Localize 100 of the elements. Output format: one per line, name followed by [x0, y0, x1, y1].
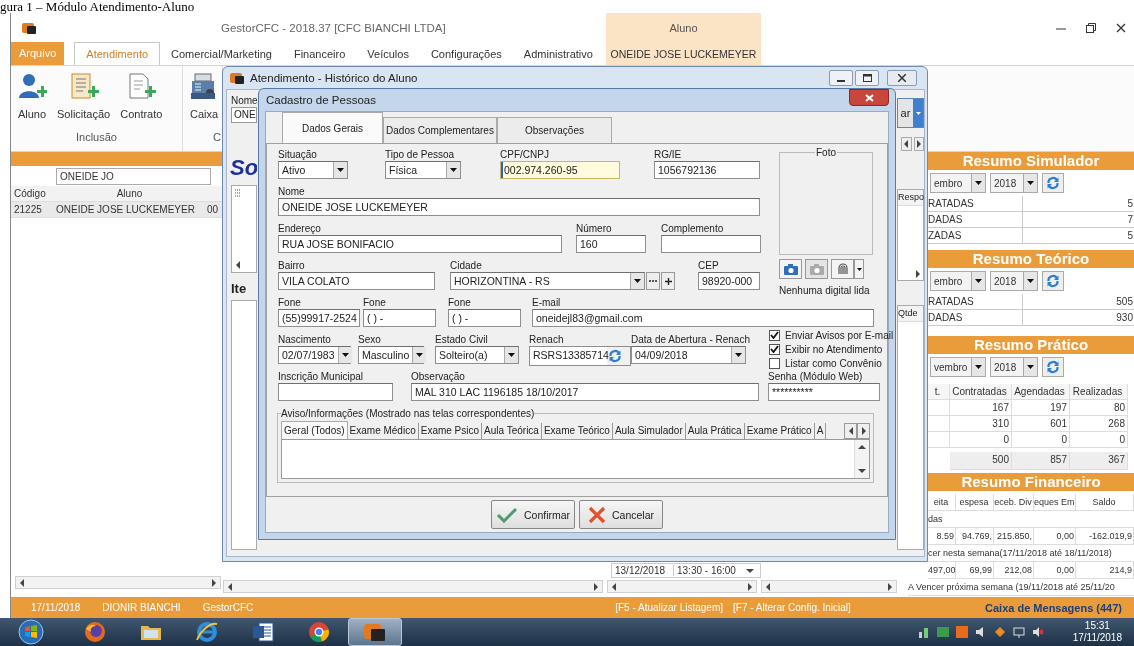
- checkbox-label: Exibir no Atendimento: [785, 343, 883, 355]
- text-field[interactable]: 160: [576, 235, 646, 253]
- text-field[interactable]: oneidejl83@gmail.com: [532, 309, 874, 327]
- dropdown[interactable]: Física: [385, 161, 461, 179]
- column-header[interactable]: Saldo: [1076, 494, 1134, 511]
- text-field[interactable]: ONE: [231, 107, 257, 123]
- dropdown[interactable]: 2018: [990, 357, 1038, 377]
- text-field[interactable]: **********: [768, 383, 880, 401]
- start-button[interactable]: [18, 619, 44, 645]
- column-header[interactable]: Qtde: [898, 306, 923, 322]
- column-header[interactable]: eques Em: [1034, 494, 1076, 511]
- text-field[interactable]: ONEIDE JOSE LUCKEMEYER: [278, 198, 760, 216]
- checkbox[interactable]: [769, 329, 780, 341]
- text-field[interactable]: (55)99917-2524: [278, 309, 360, 327]
- dropdown[interactable]: embro: [930, 271, 986, 291]
- column-header[interactable]: Agendadas: [1012, 384, 1070, 400]
- column-header[interactable]: espesa: [956, 494, 994, 511]
- menu-button[interactable]: [854, 259, 864, 279]
- ribbon-button[interactable]: Aluno: [15, 70, 49, 128]
- confirm-button[interactable]: Confirmar: [491, 500, 575, 529]
- text-field[interactable]: MAL 310 LAC 1196185 18/10/2017: [411, 383, 759, 401]
- scroll-left-button[interactable]: [844, 423, 857, 439]
- tab[interactable]: Geral (Todos): [281, 421, 348, 439]
- text-field[interactable]: [661, 235, 761, 253]
- text-field[interactable]: ( ) -: [448, 309, 521, 327]
- horizontal-scrollbar[interactable]: [223, 580, 603, 593]
- scroll-left-button[interactable]: [901, 137, 912, 151]
- ribbon-button[interactable]: Solicitação: [55, 70, 113, 128]
- date-picker[interactable]: 04/09/2018: [631, 346, 746, 364]
- split-button[interactable]: ar: [897, 98, 924, 128]
- fingerprint-button[interactable]: [831, 259, 854, 279]
- scroll-left-icon: [235, 261, 241, 269]
- column-header[interactable]: t.: [928, 384, 950, 400]
- camera-icon: [809, 263, 824, 275]
- dropdown[interactable]: HORIZONTINA - RS: [450, 272, 645, 290]
- dropdown[interactable]: 2018: [990, 173, 1038, 193]
- text-field[interactable]: VILA COLATO: [278, 272, 435, 290]
- caret-icon: [975, 279, 982, 283]
- column-header[interactable]: Aluno: [53, 188, 203, 199]
- tab[interactable]: Dados Complementares: [383, 117, 497, 143]
- ribbon-tab[interactable]: Configurações: [419, 43, 513, 65]
- text-field[interactable]: 1056792136: [654, 161, 760, 179]
- ribbon-tab[interactable]: Comercial/Marketing: [160, 43, 283, 65]
- text-field[interactable]: 002.974.260-95: [500, 161, 620, 179]
- field-label: CEP: [698, 260, 720, 272]
- taskbar-button[interactable]: [348, 618, 402, 646]
- column-header[interactable]: eceb. Div: [994, 494, 1034, 511]
- maximize-icon[interactable]: [862, 74, 872, 82]
- ribbon-tab[interactable]: Administrativo: [512, 43, 604, 65]
- scroll-right-button[interactable]: [913, 137, 924, 151]
- restore-icon[interactable]: [1086, 22, 1096, 33]
- list-box[interactable]: Qtde: [897, 305, 924, 550]
- tab[interactable]: Dados Gerais: [282, 112, 383, 143]
- dropdown[interactable]: embro: [930, 173, 986, 193]
- date-picker[interactable]: 02/07/1983: [278, 346, 351, 364]
- ribbon-tab[interactable]: ONEIDE JOSE LUCKEMEYER: [606, 42, 761, 65]
- checkbox[interactable]: [769, 357, 780, 369]
- close-icon[interactable]: [1116, 22, 1126, 33]
- text-field[interactable]: 98920-000: [698, 272, 760, 290]
- shortcut-hint: [F5 - Atualizar Listagem]: [615, 602, 724, 613]
- checkbox[interactable]: [769, 343, 780, 355]
- dropdown[interactable]: Masculino: [358, 346, 424, 364]
- column-header[interactable]: Código: [11, 188, 53, 199]
- caret-icon: [735, 353, 742, 357]
- browser-icon: [83, 620, 107, 644]
- text-field[interactable]: RUA JOSE BONIFACIO: [278, 235, 562, 253]
- horizontal-scrollbar[interactable]: [761, 580, 897, 593]
- close-icon[interactable]: [898, 74, 906, 82]
- list-box[interactable]: Respo: [897, 189, 924, 281]
- horizontal-scrollbar[interactable]: [607, 580, 757, 593]
- text-field[interactable]: [278, 383, 393, 401]
- ribbon-button[interactable]: Caixa: [187, 70, 221, 128]
- tab[interactable]: Observações: [497, 117, 612, 143]
- column-header[interactable]: Respo: [898, 190, 923, 206]
- close-button[interactable]: [849, 89, 889, 106]
- dropdown[interactable]: Ativo: [278, 161, 348, 179]
- add-button[interactable]: [661, 272, 675, 290]
- search-field[interactable]: ONEIDE JO: [56, 167, 211, 185]
- refresh-button[interactable]: [1042, 271, 1064, 291]
- horizontal-scrollbar[interactable]: [15, 576, 221, 589]
- column-header[interactable]: Realizadas: [1070, 384, 1128, 400]
- refresh-button[interactable]: [1042, 357, 1064, 377]
- ribbon-tab[interactable]: Veículos: [356, 43, 420, 65]
- scroll-right-button[interactable]: [857, 423, 870, 439]
- field-label: Renach: [529, 334, 565, 346]
- vertical-scrollbar[interactable]: [854, 440, 869, 478]
- column-header[interactable]: Contratadas: [950, 384, 1012, 400]
- cancel-button[interactable]: Cancelar: [579, 500, 663, 529]
- ribbon-button[interactable]: Contrato: [118, 70, 165, 128]
- group-row-label: cer nesta semana(17/11/2018 até 18/11/2018): [928, 545, 1134, 562]
- messages-link[interactable]: Caixa de Mensagens (447): [985, 601, 1122, 614]
- refresh-button[interactable]: [1042, 173, 1064, 193]
- dropdown[interactable]: Solteiro(a): [435, 346, 519, 364]
- list-icon: [235, 189, 241, 198]
- camera-button[interactable]: [779, 259, 802, 279]
- more-button[interactable]: [646, 272, 660, 290]
- dropdown[interactable]: vembro: [930, 357, 986, 377]
- dropdown[interactable]: 2018: [990, 271, 1038, 291]
- ribbon-tab[interactable]: Financeiro: [282, 43, 357, 65]
- text-field[interactable]: ( ) -: [363, 309, 436, 327]
